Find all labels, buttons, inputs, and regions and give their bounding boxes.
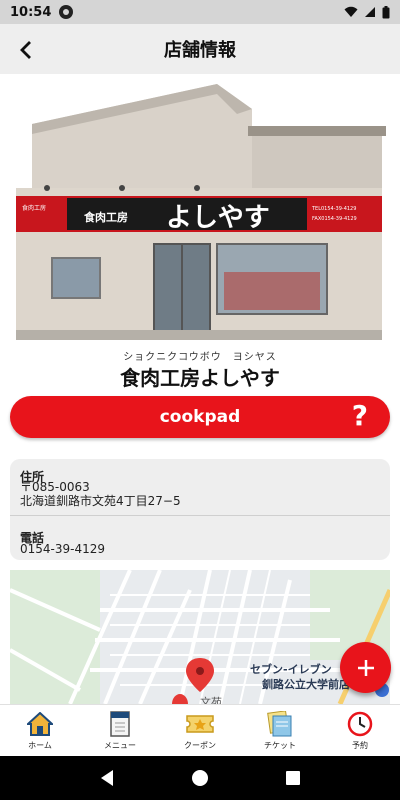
back-button[interactable] — [12, 36, 40, 64]
screen: 10:54 店舗情報 食肉工房 食肉工房 よしやす TEL0154-39-412… — [0, 0, 400, 800]
square-recents-icon — [286, 771, 301, 785]
nav-item-home[interactable]: ホーム — [0, 705, 80, 756]
store-photo: 食肉工房 食肉工房 よしやす TEL0154-39-4129 FAX0154-3… — [12, 84, 388, 340]
add-fab-button[interactable] — [340, 642, 391, 693]
nav-label-coupon: クーポン — [184, 741, 216, 750]
app-header: 店舗情報 — [0, 24, 400, 74]
back-arrow-icon — [20, 41, 31, 59]
menu-book-icon — [106, 710, 134, 738]
map-street-label: 文苑 — [200, 696, 222, 704]
nav-label-ticket: チケット — [264, 741, 296, 750]
nav-label-home: ホーム — [28, 741, 52, 750]
cookpad-button-label: cookpad — [159, 407, 241, 427]
store-info-card: 住所 〒085-0063 北海道釧路市文苑4丁目27−5 電話 0154-39-… — [10, 459, 390, 560]
status-bar: 10:54 — [0, 0, 400, 24]
map-view[interactable]: セブン-イレブン 釧路公立大学前店 文苑 — [10, 570, 390, 704]
signal-icon — [365, 7, 375, 17]
home-icon — [26, 710, 54, 738]
sign-left-text: 食肉工房 — [22, 204, 46, 212]
wifi-icon — [344, 6, 358, 17]
app-notification-icon — [59, 5, 74, 19]
nav-label-menu: メニュー — [104, 741, 136, 750]
map-poi-label-1: セブン-イレブン — [250, 663, 332, 676]
nav-item-coupon[interactable]: クーポン — [160, 705, 240, 756]
sign-fax-text: FAX0154-39-4129 — [312, 216, 357, 222]
store-name-kana: ショクニクコウボウ ヨシヤス — [123, 352, 277, 363]
store-building-illustration: 食肉工房 食肉工房 よしやす TEL0154-39-4129 FAX0154-3… — [12, 84, 388, 340]
clock-icon — [346, 710, 374, 738]
bottom-nav: ホーム メニュー クーポン チケット 予約 — [0, 704, 400, 756]
status-time: 10:54 — [10, 4, 52, 20]
map-poi-label-2: 釧路公立大学前店 — [262, 678, 350, 691]
status-icons — [344, 5, 390, 19]
postal-code: 〒085-0063 — [20, 480, 90, 494]
nav-item-reservation[interactable]: 予約 — [320, 705, 400, 756]
system-nav-bar — [0, 756, 400, 800]
help-icon[interactable]: ? — [352, 399, 368, 432]
page-title: 店舗情報 — [164, 40, 236, 61]
triangle-back-icon — [100, 770, 113, 786]
coupon-icon — [186, 710, 214, 738]
ticket-icon — [266, 710, 294, 738]
sign-main-text: よしやす — [166, 203, 270, 233]
store-name: 食肉工房よしやす — [120, 366, 280, 390]
sign-logo-text: 食肉工房 — [84, 210, 128, 224]
nav-item-ticket[interactable]: チケット — [240, 705, 320, 756]
nav-label-reservation: 予約 — [352, 741, 368, 750]
system-recents-button[interactable] — [281, 766, 305, 790]
cookpad-button[interactable]: cookpad ? — [10, 396, 390, 438]
info-divider — [10, 515, 390, 516]
system-back-button[interactable] — [95, 766, 119, 790]
battery-icon — [382, 5, 390, 18]
plus-icon — [357, 659, 374, 676]
circle-home-icon — [191, 770, 208, 786]
nav-item-menu[interactable]: メニュー — [80, 705, 160, 756]
address-value[interactable]: 北海道釧路市文苑4丁目27−5 — [20, 494, 181, 508]
phone-value[interactable]: 0154-39-4129 — [20, 542, 105, 556]
system-home-button[interactable] — [188, 766, 212, 790]
sign-tel-text: TEL0154-39-4129 — [311, 206, 356, 212]
